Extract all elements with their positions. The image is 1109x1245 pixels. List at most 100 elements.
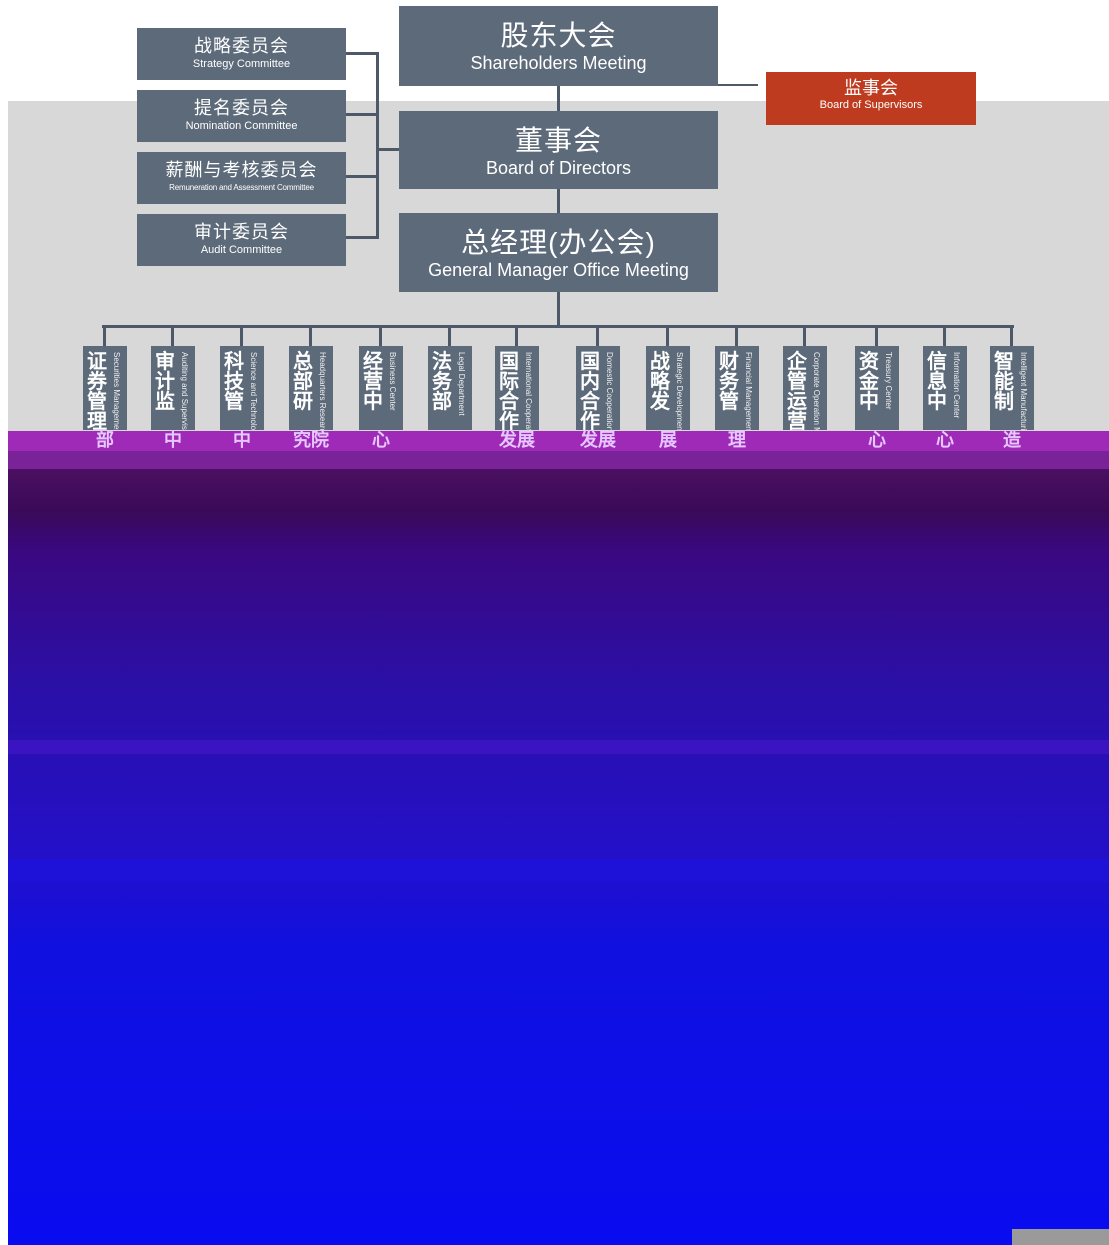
- committee-zh: 薪酬与考核委员会: [165, 160, 318, 180]
- shareholders-meeting-box: 股东大会 Shareholders Meeting: [399, 6, 718, 86]
- connector-line: [379, 326, 382, 346]
- department-box: 国际合作 International Cooperation and Develo…: [495, 346, 539, 430]
- department-en: Intelligent Manufacturing: [1019, 352, 1028, 430]
- committee-en: Strategy Committee: [192, 58, 291, 70]
- department-zh-continued: 部: [96, 430, 114, 450]
- general-manager-box: 总经理(办公会) General Manager Office Meeting: [399, 213, 718, 292]
- department-box: 财务管 Financial Management: [715, 346, 759, 430]
- department-zh-continued: 展: [659, 430, 677, 450]
- department-zh-continued: 中: [164, 430, 182, 450]
- department-box: 科技管 Science and Technology Management Cen…: [220, 346, 264, 430]
- connector-line: [666, 326, 669, 346]
- department-zh: 信息中: [927, 351, 947, 413]
- strategy-committee-box: 战略委员会 Strategy Committee: [137, 28, 346, 80]
- department-en: Headquarters Research Institute: [318, 352, 327, 430]
- department-en: Financial Management: [744, 352, 753, 430]
- shareholders-en: Shareholders Meeting: [470, 53, 647, 73]
- department-box: 证券管理 Securities Management Department: [83, 346, 127, 430]
- supervisors-en: Board of Supervisors: [819, 99, 923, 111]
- committee-en: Remuneration and Assessment Committee: [169, 183, 314, 192]
- connector-line: [943, 326, 946, 346]
- gm-zh: 总经理(办公会): [461, 227, 656, 258]
- department-zh-continued: 心: [372, 430, 390, 450]
- connector-line: [557, 86, 560, 111]
- department-zh-continued: [428, 431, 472, 471]
- board-zh: 董事会: [514, 125, 602, 156]
- supervisors-zh: 监事会: [844, 78, 898, 98]
- department-box: 法务部 Legal Department: [428, 346, 472, 430]
- department-zh-continued: 理: [728, 430, 746, 450]
- department-zh: 战略发: [650, 351, 670, 413]
- department-en: Science and Technology Management Center: [248, 352, 258, 430]
- department-zh: 智能制: [994, 351, 1014, 413]
- department-zh-continued: 发展: [580, 430, 616, 450]
- connector-line: [240, 326, 243, 346]
- committee-zh: 提名委员会: [194, 98, 289, 118]
- department-zh-continued: 造: [1003, 430, 1021, 450]
- audit-committee-box: 审计委员会 Audit Committee: [137, 214, 346, 266]
- department-zh: 国内合作: [580, 351, 600, 430]
- department-zh-continued: 中: [233, 430, 251, 450]
- department-box: 经营中 Business Center: [359, 346, 403, 430]
- department-en: International Cooperation and Developmen…: [524, 352, 533, 430]
- department-box: 国内合作 Domestic Cooperation and Development: [576, 346, 620, 430]
- gm-en: General Manager Office Meeting: [428, 260, 689, 280]
- nomination-committee-box: 提名委员会 Nomination Committee: [137, 90, 346, 142]
- department-zh-continued: 发展: [499, 430, 535, 450]
- connector-line: [309, 326, 312, 346]
- committee-en: Audit Committee: [200, 244, 283, 256]
- committee-en: Nomination Committee: [185, 120, 298, 132]
- connector-line: [376, 52, 379, 239]
- connector-line: [596, 326, 599, 346]
- department-en: Business Center: [388, 352, 397, 411]
- department-box: 战略发 Strategic Development: [646, 346, 690, 430]
- connector-line: [448, 326, 451, 346]
- connector-line: [346, 52, 378, 55]
- department-en: Legal Department: [457, 352, 466, 416]
- connector-line: [346, 236, 378, 239]
- connector-line: [376, 148, 400, 151]
- department-zh-continued: 究院: [293, 430, 329, 450]
- department-box: 总部研 Headquarters Research Institute: [289, 346, 333, 430]
- corrupted-band: [8, 860, 1109, 882]
- department-zh: 法务部: [432, 351, 452, 413]
- department-box: 审计监 Auditing and Supervision Center: [151, 346, 195, 430]
- connector-line: [171, 326, 174, 346]
- department-zh: 国际合作: [499, 351, 519, 430]
- connector-line: [557, 292, 560, 326]
- department-en: Securities Management Department: [112, 352, 121, 430]
- corner-block: [1012, 1229, 1109, 1245]
- connector-line: [875, 326, 878, 346]
- department-en: Auditing and Supervision Center: [180, 352, 189, 430]
- department-zh: 总部研: [293, 351, 313, 413]
- department-zh: 经营中: [363, 351, 383, 413]
- department-zh-continued: 心: [936, 430, 954, 450]
- corrupted-band: [8, 740, 1109, 754]
- department-box: 信息中 Information Center: [923, 346, 967, 430]
- department-box: 智能制 Intelligent Manufacturing: [990, 346, 1034, 430]
- department-en: Strategic Development: [675, 352, 684, 430]
- connector-line: [103, 326, 106, 346]
- corrupted-image-region: [8, 431, 1109, 1245]
- connector-line: [803, 326, 806, 346]
- remuneration-committee-box: 薪酬与考核委员会 Remuneration and Assessment Com…: [137, 152, 346, 204]
- committee-zh: 审计委员会: [194, 222, 289, 242]
- connector-line: [1010, 326, 1013, 346]
- department-box: 资金中 Treasury Center: [855, 346, 899, 430]
- department-zh: 财务管: [719, 351, 739, 413]
- board-en: Board of Directors: [485, 158, 632, 178]
- board-of-directors-box: 董事会 Board of Directors: [399, 111, 718, 189]
- department-en: Treasury Center: [884, 352, 893, 410]
- connector-line: [718, 84, 758, 86]
- connector-line: [557, 189, 560, 213]
- department-zh: 证券管理: [87, 351, 107, 430]
- connector-line: [346, 113, 378, 116]
- department-zh: 审计监: [155, 351, 175, 413]
- committee-zh: 战略委员会: [194, 36, 289, 56]
- department-zh: 企管运营: [787, 351, 807, 430]
- shareholders-zh: 股东大会: [500, 20, 617, 51]
- department-zh: 科技管: [224, 351, 244, 413]
- department-box: 企管运营 Corporate Operation Management: [783, 346, 827, 430]
- department-zh-continued: 心: [868, 430, 886, 450]
- connector-line: [346, 175, 378, 178]
